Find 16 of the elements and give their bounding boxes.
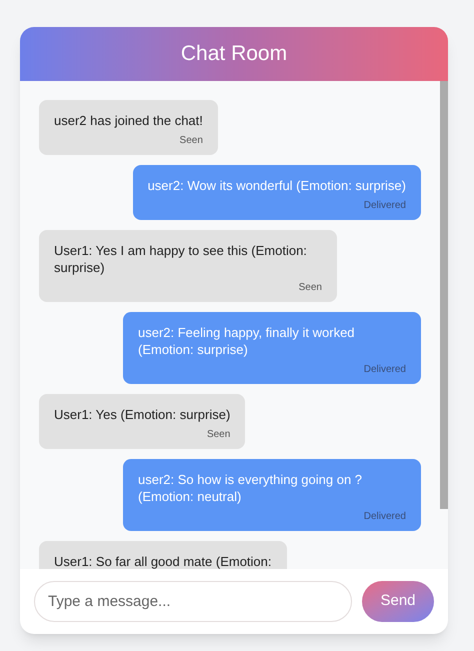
message-text: User1: Yes I am happy to see this (Emotion: surprise): [54, 242, 308, 276]
message-status: Delivered: [362, 511, 406, 523]
message-text: user2: Feeling happy, finally it worked (Emotion: surprise): [138, 324, 356, 358]
message-text: user2: Wow its wonderful (Emotion: surprise): [148, 177, 406, 194]
chat-title: Chat Room: [180, 41, 288, 68]
message-text: User1: So far all good mate (Emotion:: [54, 553, 272, 569]
message-status: Seen: [178, 135, 203, 147]
message-text: User1: Yes (Emotion: surprise): [54, 406, 230, 423]
message-text: user2 has joined the chat!: [54, 112, 203, 129]
send-button[interactable]: Send: [362, 581, 434, 622]
message-input[interactable]: Type a message...: [34, 581, 352, 622]
message-status: Seen: [206, 429, 230, 441]
message-status: Delivered: [362, 200, 406, 212]
message-text: user2: So how is everything going on ? (Emotion: neutral): [138, 471, 364, 505]
message-status: Delivered: [362, 364, 406, 376]
message-status: Seen: [298, 282, 322, 294]
